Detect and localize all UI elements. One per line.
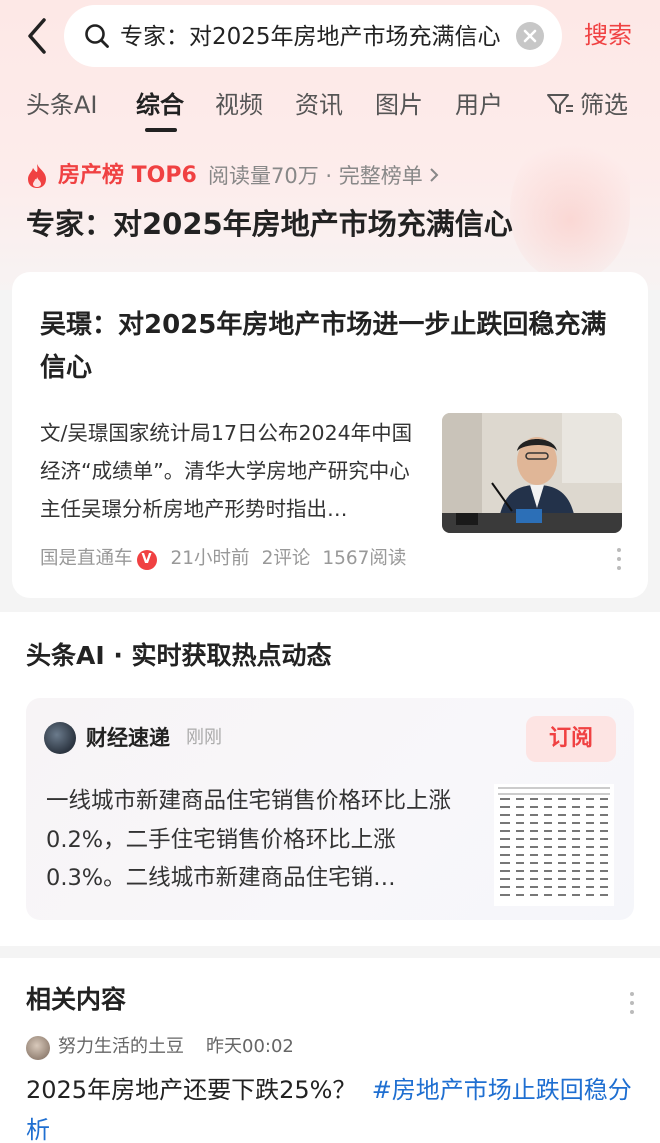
close-icon [523,29,537,43]
article-thumbnail[interactable] [442,413,622,533]
chevron-left-icon [28,18,46,54]
tab-comprehensive[interactable]: 综合 [136,88,184,122]
ai-news-card[interactable]: 财经速递 刚刚 订阅 一线城市新建商品住宅销售价格环比上涨0.2%，二手住宅销售… [26,698,634,920]
hot-meta-text: 阅读量70万 · 完整榜单 [208,164,423,188]
hot-board-title: 房产榜 TOP6 [58,163,197,188]
ai-section-heading: 头条AI · 实时获取热点动态 [26,641,332,670]
search-query-text: 专家：对2025年房地产市场充满信心 [120,24,501,50]
more-options-icon[interactable] [628,992,636,1016]
tab-users[interactable]: 用户 [455,88,503,122]
filter-button[interactable]: 筛选 [546,88,628,122]
active-tab-indicator [145,128,177,132]
related-author[interactable]: 努力生活的土豆 [58,1032,184,1062]
search-bar-row: 专家：对2025年房地产市场充满信心 搜索 [0,0,660,74]
search-results-page: 专家：对2025年房地产市场充满信心 搜索 头条AI 综合 视频 资讯 图片 用… [0,0,660,1143]
search-icon [85,24,109,48]
fire-icon [28,164,46,188]
related-time: 昨天00:02 [206,1036,294,1057]
ai-source-name[interactable]: 财经速递 [86,722,170,754]
hot-headline[interactable]: 专家：对2025年房地产市场充满信心 [26,202,513,246]
avatar[interactable] [44,722,76,754]
ai-summary: 一线城市新建商品住宅销售价格环比上涨0.2%，二手住宅销售价格环比上涨0.3%。… [46,788,452,891]
ai-post-time: 刚刚 [186,727,222,748]
article-source[interactable]: 国是直通车 [40,548,133,569]
related-title[interactable]: 2025年房地产还要下跌25%？ #房地产市场止跌回稳分析 [26,1070,636,1143]
search-input[interactable]: 专家：对2025年房地产市场充满信心 [64,5,562,67]
ai-thumbnail[interactable] [494,784,614,906]
filter-icon [547,94,573,114]
avatar[interactable] [26,1036,50,1060]
verified-badge-icon: V [136,550,157,570]
tab-bar: 头条AI 综合 视频 资讯 图片 用户 筛选 [0,84,660,134]
article-reads: 1567阅读 [322,548,407,569]
clear-button[interactable] [516,22,544,50]
back-button[interactable] [20,16,56,56]
search-button[interactable]: 搜索 [584,18,632,52]
article-title[interactable]: 吴璟：对2025年房地产市场进一步止跌回稳充满信心 [40,304,620,390]
subscribe-button[interactable]: 订阅 [526,716,616,762]
article-time: 21小时前 [170,548,250,569]
tab-news[interactable]: 资讯 [295,88,343,122]
article-meta: 国是直通车 V 21小时前 2评论 1567阅读 [40,545,406,573]
related-content-section: 相关内容 努力生活的土豆 昨天00:02 2025年房地产还要下跌25%？ #房… [0,958,660,1143]
more-options-icon[interactable] [615,548,623,572]
related-title-text: 2025年房地产还要下跌25%？ [26,1076,357,1104]
related-heading: 相关内容 [26,985,127,1014]
data-table-image-icon [494,784,614,906]
article-comments: 2评论 [261,548,311,569]
tab-video[interactable]: 视频 [215,88,263,122]
toutiao-ai-section: 头条AI · 实时获取热点动态 财经速递 刚刚 订阅 一线城市新建商品住宅销售价… [0,612,660,946]
hot-board-meta: 阅读量70万 · 完整榜单 [208,160,441,192]
article-card[interactable]: 吴璟：对2025年房地产市场进一步止跌回稳充满信心 文/吴璟国家统计局17日公布… [12,272,648,598]
tab-images[interactable]: 图片 [375,88,423,122]
chevron-right-icon [430,168,439,182]
tab-toutiao-ai[interactable]: 头条AI [26,88,98,122]
article-summary: 文/吴璟国家统计局17日公布2024年中国经济“成绩单”。清华大学房地产研究中心… [40,421,413,521]
filter-label: 筛选 [580,91,628,119]
speaker-photo-icon [442,413,622,533]
